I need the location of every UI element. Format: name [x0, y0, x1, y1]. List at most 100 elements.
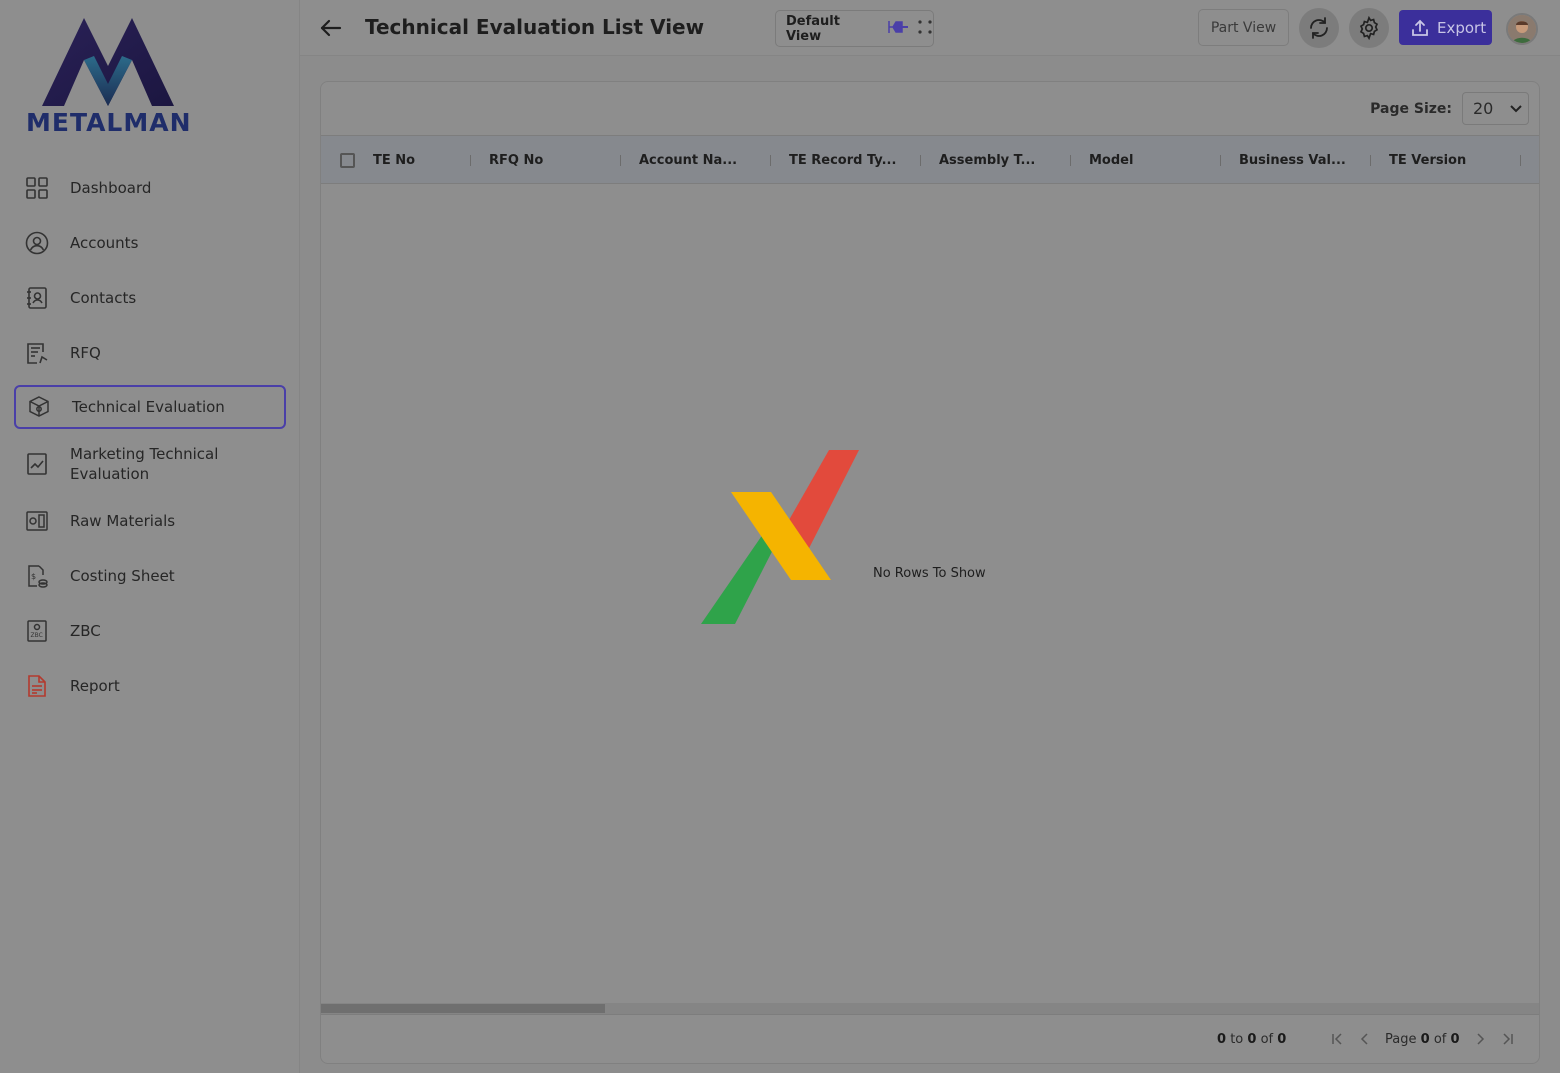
metalman-logo[interactable]: METALMAN	[26, 16, 192, 137]
column-header-assembly-type[interactable]: Assembly T...	[939, 136, 1035, 184]
row-from: 0	[1217, 1032, 1227, 1047]
contact-book-icon	[24, 285, 50, 311]
gear-icon	[1359, 16, 1379, 40]
grid-header-row: TE No RFQ No Account Na... TE Record Ty.…	[321, 135, 1539, 184]
data-grid-card: Page Size: 20 TE No RFQ No Account Na...…	[320, 81, 1540, 1064]
row-to-word: to	[1230, 1032, 1244, 1047]
first-page-icon	[1332, 1033, 1342, 1045]
select-all-checkbox[interactable]	[340, 153, 355, 168]
horizontal-scrollbar[interactable]	[321, 1003, 1539, 1014]
grid-footer: 0 to 0 of 0 Page 0 of 0	[321, 1014, 1539, 1064]
column-header-te-record-type[interactable]: TE Record Ty...	[789, 136, 896, 184]
column-resize-handle[interactable]	[770, 155, 771, 166]
rfq-document-icon	[24, 340, 50, 366]
export-button[interactable]: Export	[1399, 10, 1492, 45]
brand-name: METALMAN	[26, 108, 192, 137]
sidebar-item-accounts[interactable]: Accounts	[14, 215, 286, 270]
sidebar-item-zbc[interactable]: ZBC ZBC	[14, 603, 286, 658]
top-bar: Technical Evaluation List View Default V…	[300, 0, 1560, 56]
row-summary: 0 to 0 of 0	[1217, 1032, 1286, 1047]
logo-mark-icon	[42, 18, 174, 106]
no-rows-illustration-icon	[701, 450, 859, 624]
sidebar-item-marketing-technical-evaluation[interactable]: Marketing Technical Evaluation	[14, 435, 286, 493]
svg-text:$: $	[31, 572, 36, 581]
page-of-word: of	[1433, 1031, 1447, 1047]
avatar[interactable]	[1506, 13, 1538, 45]
sidebar-item-label: ZBC	[70, 621, 101, 640]
page-size-control: Page Size: 20	[1370, 92, 1529, 125]
zbc-icon: ZBC	[24, 618, 50, 644]
sidebar-item-label: Technical Evaluation	[72, 398, 225, 416]
column-header-business-value[interactable]: Business Val...	[1239, 136, 1346, 184]
sidebar-item-label: Accounts	[70, 233, 139, 252]
refresh-button[interactable]	[1299, 8, 1339, 48]
sidebar-nav: Dashboard Accounts Contacts RFQ Technica…	[14, 160, 286, 713]
column-header-te-version[interactable]: TE Version	[1389, 136, 1466, 184]
user-avatar-icon	[1508, 15, 1536, 43]
raw-materials-icon	[24, 508, 50, 534]
sidebar-item-contacts[interactable]: Contacts	[14, 270, 286, 325]
row-total: 0	[1277, 1032, 1287, 1047]
sidebar-item-technical-evaluation[interactable]: Technical Evaluation	[14, 385, 286, 429]
current-page: 0	[1420, 1031, 1430, 1047]
sidebar-item-rfq[interactable]: RFQ	[14, 325, 286, 380]
sidebar-item-report[interactable]: Report	[14, 658, 286, 713]
view-selector[interactable]: Default View	[775, 10, 934, 47]
sidebar-item-label: Report	[70, 676, 120, 695]
pin-icon[interactable]	[887, 19, 909, 39]
column-resize-handle[interactable]	[1070, 155, 1071, 166]
export-label: Export	[1437, 18, 1487, 37]
page-word: Page	[1385, 1031, 1417, 1047]
chart-document-icon	[24, 451, 50, 477]
sidebar-item-label: Costing Sheet	[70, 566, 175, 585]
costing-sheet-icon: $	[24, 563, 50, 589]
column-header-account-name[interactable]: Account Na...	[639, 136, 737, 184]
last-page-button[interactable]	[1494, 1027, 1522, 1051]
user-circle-icon	[24, 230, 50, 256]
column-header-model[interactable]: Model	[1089, 136, 1133, 184]
technical-evaluation-icon	[26, 394, 52, 420]
first-page-button[interactable]	[1323, 1027, 1351, 1051]
settings-button[interactable]	[1349, 8, 1389, 48]
sidebar-item-raw-materials[interactable]: Raw Materials	[14, 493, 286, 548]
column-resize-handle[interactable]	[620, 155, 621, 166]
sidebar-item-costing-sheet[interactable]: $ Costing Sheet	[14, 548, 286, 603]
previous-page-button[interactable]	[1351, 1027, 1379, 1051]
column-resize-handle[interactable]	[470, 155, 471, 166]
svg-text:ZBC: ZBC	[31, 632, 43, 639]
pagination: Page 0 of 0	[1323, 1027, 1522, 1051]
column-resize-handle[interactable]	[1220, 155, 1221, 166]
column-resize-handle[interactable]	[1370, 155, 1371, 166]
row-to: 0	[1247, 1032, 1257, 1047]
page-size-select[interactable]: 20	[1462, 92, 1529, 125]
report-icon	[24, 673, 50, 699]
column-resize-handle[interactable]	[920, 155, 921, 166]
sidebar-item-label: Dashboard	[70, 178, 152, 197]
sidebar-item-label: RFQ	[70, 343, 101, 362]
column-resize-handle[interactable]	[1520, 155, 1521, 166]
sidebar-item-label: Raw Materials	[70, 511, 176, 530]
sidebar-item-label: Contacts	[70, 288, 137, 307]
next-page-button[interactable]	[1466, 1027, 1494, 1051]
sidebar-item-dashboard[interactable]: Dashboard	[14, 160, 286, 215]
dashboard-icon	[24, 175, 50, 201]
column-header-rfq-no[interactable]: RFQ No	[489, 136, 543, 184]
scrollbar-thumb[interactable]	[321, 1004, 605, 1013]
refresh-icon	[1310, 17, 1328, 39]
empty-state-message: No Rows To Show	[873, 566, 986, 581]
page-indicator: Page 0 of 0	[1385, 1032, 1460, 1047]
column-header-te-no[interactable]: TE No	[373, 136, 415, 184]
chevron-right-icon	[1477, 1033, 1484, 1045]
back-arrow-icon[interactable]	[318, 14, 344, 42]
total-pages: 0	[1450, 1031, 1460, 1047]
page-size-label: Page Size:	[1370, 100, 1452, 117]
page-title: Technical Evaluation List View	[365, 15, 705, 39]
last-page-icon	[1503, 1033, 1513, 1045]
sidebar: METALMAN Dashboard Accounts Contacts RFQ	[0, 0, 300, 1073]
view-selector-label: Default View	[786, 13, 840, 44]
part-view-button[interactable]: Part View	[1198, 9, 1289, 46]
page-size-value: 20	[1473, 99, 1494, 118]
chevron-left-icon	[1360, 1033, 1368, 1045]
drag-handle-icon[interactable]	[917, 19, 933, 39]
sidebar-item-label: Marketing Technical Evaluation	[70, 445, 219, 483]
